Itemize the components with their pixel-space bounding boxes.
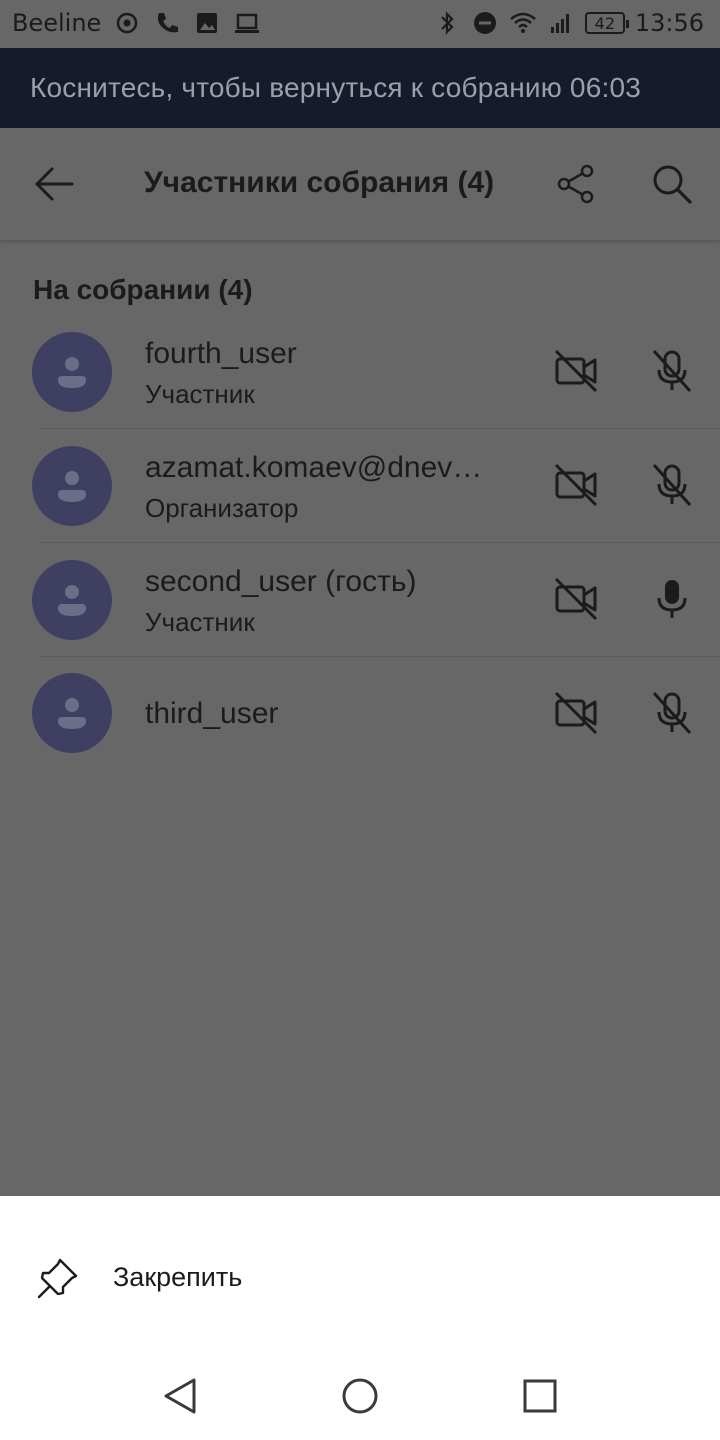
video-off-icon [554, 691, 598, 735]
wifi-icon [510, 12, 536, 33]
dnd-icon [473, 12, 496, 34]
mic-off-icon [652, 691, 692, 735]
nav-home-icon[interactable] [340, 1376, 380, 1416]
hotspot-icon [117, 12, 138, 34]
share-icon[interactable] [554, 162, 598, 206]
screen: Beeline 42 13:56 Коснитесь, чтобы вернут… [0, 0, 720, 1440]
avatar [32, 332, 112, 412]
participant-name: azamat.komaev@dnev… [145, 451, 483, 484]
image-icon [197, 13, 218, 33]
avatar [32, 560, 112, 640]
participant-row[interactable]: fourth_user Участник [0, 315, 720, 429]
search-icon[interactable] [650, 162, 694, 206]
laptop-icon [235, 13, 260, 33]
in-meeting-section-header: На собрании (4) [33, 274, 253, 305]
pin-menu-item[interactable]: Закрепить [0, 1236, 720, 1320]
mic-off-icon [652, 349, 692, 393]
video-off-icon [554, 577, 598, 621]
user-icon [58, 698, 86, 729]
participant-role: Участник [145, 379, 255, 409]
page-title: Участники собрания (4) [144, 166, 495, 199]
participant-row[interactable]: third_user [0, 657, 720, 771]
participant-name: third_user [145, 697, 279, 730]
video-off-icon [554, 349, 598, 393]
status-time: 13:56 [634, 9, 704, 37]
nav-back-icon[interactable] [160, 1376, 200, 1416]
user-icon [58, 357, 86, 388]
user-icon [58, 471, 86, 502]
user-icon [58, 585, 86, 616]
mic-icon [657, 580, 687, 618]
participant-role: Организатор [145, 493, 299, 523]
mic-off-icon [652, 463, 692, 507]
phone-icon [158, 13, 179, 33]
status-bar: Beeline 42 13:56 [0, 0, 720, 48]
participant-role: Участник [145, 607, 255, 637]
signal-icon [550, 14, 569, 33]
battery-indicator: 42 [584, 12, 629, 34]
avatar [32, 673, 112, 753]
carrier-label: Beeline [12, 9, 102, 37]
arrow-left-icon[interactable] [32, 164, 76, 204]
participant-name: second_user (гость) [145, 565, 417, 598]
return-banner-text: Коснитесь, чтобы вернуться к собранию 06… [30, 72, 641, 103]
return-to-meeting-banner[interactable]: Коснитесь, чтобы вернуться к собранию 06… [0, 48, 720, 128]
participant-row[interactable]: azamat.komaev@dnev… Организатор [0, 429, 720, 543]
app-bar: Участники собрания (4) [0, 128, 720, 240]
status-left: Beeline [12, 9, 261, 37]
bluetooth-icon [441, 11, 454, 35]
participant-row[interactable]: second_user (гость) Участник [0, 543, 720, 657]
system-nav-bar [0, 1356, 720, 1440]
pin-label: Закрепить [113, 1262, 243, 1292]
participant-name: fourth_user [145, 337, 297, 370]
status-right: 42 13:56 [433, 9, 704, 37]
nav-recents-icon[interactable] [520, 1376, 560, 1416]
video-off-icon [554, 463, 598, 507]
pin-icon [37, 1258, 78, 1299]
avatar [32, 446, 112, 526]
